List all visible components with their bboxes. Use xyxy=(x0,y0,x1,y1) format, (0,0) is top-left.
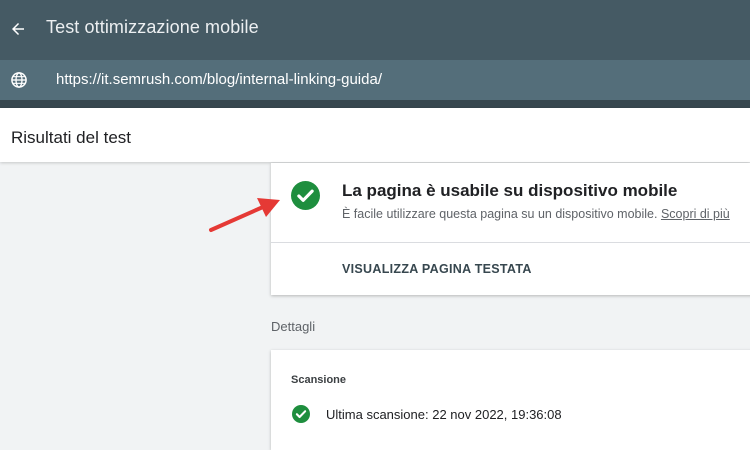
app-title: Test ottimizzazione mobile xyxy=(46,17,259,37)
result-heading: La pagina è usabile su dispositivo mobil… xyxy=(342,181,678,200)
red-arrow-icon xyxy=(209,198,280,232)
scan-card: Scansione Ultima scansione: 22 nov 2022,… xyxy=(271,350,750,450)
tested-url[interactable]: https://it.semrush.com/blog/internal-lin… xyxy=(56,71,382,88)
back-button[interactable] xyxy=(6,14,30,44)
details-label: Dettagli xyxy=(271,319,316,334)
result-description-text: È facile utilizzare questa pagina su un … xyxy=(342,207,658,221)
result-card: La pagina è usabile su dispositivo mobil… xyxy=(271,163,750,295)
check-circle-icon xyxy=(292,405,310,423)
last-scan-text: Ultima scansione: 22 nov 2022, 19:36:08 xyxy=(326,407,562,422)
url-bar: https://it.semrush.com/blog/internal-lin… xyxy=(0,60,750,100)
card-divider xyxy=(271,242,750,243)
results-title: Risultati del test xyxy=(11,128,131,147)
arrow-back-icon xyxy=(12,23,24,35)
check-circle-icon xyxy=(291,181,320,210)
globe-icon xyxy=(11,72,27,88)
app-header: Test ottimizzazione mobile xyxy=(0,0,750,60)
view-tested-page-button[interactable]: VISUALIZZA PAGINA TESTATA xyxy=(342,262,532,276)
learn-more-link[interactable]: Scopri di più xyxy=(661,207,730,221)
header-divider xyxy=(0,100,750,108)
scan-section-title: Scansione xyxy=(291,374,347,386)
result-description: È facile utilizzare questa pagina su un … xyxy=(342,207,730,221)
results-header: Risultati del test xyxy=(0,108,750,162)
